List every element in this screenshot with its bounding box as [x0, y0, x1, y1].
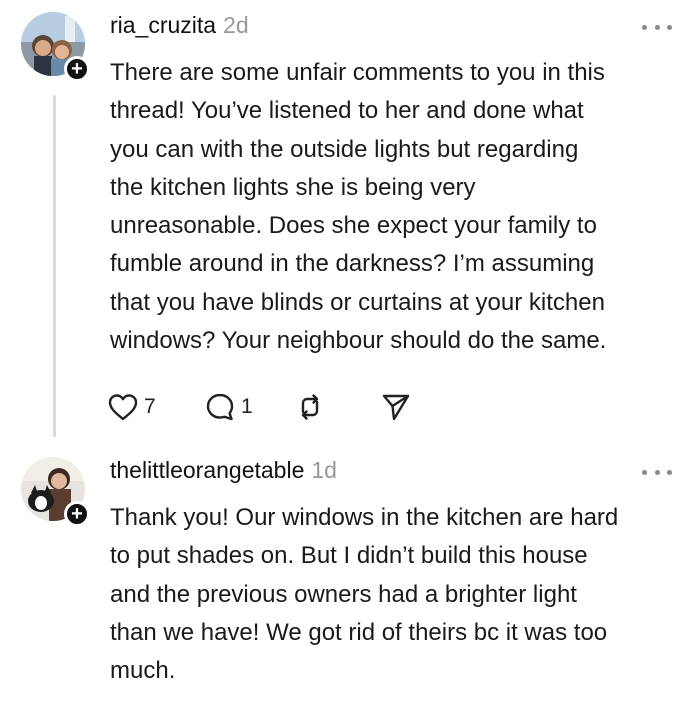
- like-count: 7: [144, 395, 156, 418]
- username[interactable]: thelittleorangetable: [110, 457, 304, 484]
- repost-icon: [301, 394, 319, 420]
- post-body: Thank you! Our windows in the kitchen ar…: [110, 504, 619, 685]
- send-icon: [382, 394, 410, 421]
- post-actions: 7 1: [108, 389, 411, 425]
- post-header: ria_cruzita 2d: [110, 12, 249, 46]
- reply-count: 1: [241, 395, 253, 418]
- follow-plus-icon[interactable]: +: [64, 56, 90, 82]
- post-body: There are some unfair comments to you in…: [110, 59, 607, 355]
- more-horizontal-icon[interactable]: [642, 22, 672, 32]
- post-thelittleorangetable: + thelittleorangetable 1d Thank you! Our…: [0, 445, 700, 701]
- timestamp: 1d: [311, 457, 337, 483]
- thread-view: + ria_cruzita 2d There are some unfair c…: [0, 0, 700, 701]
- thread-connector-line: [53, 95, 56, 437]
- repost-button[interactable]: [295, 392, 381, 422]
- post-ria-cruzita: + ria_cruzita 2d There are some unfair c…: [0, 0, 700, 445]
- share-button[interactable]: [381, 392, 411, 422]
- comment-icon: [206, 393, 234, 421]
- timestamp: 2d: [223, 12, 249, 38]
- more-horizontal-icon[interactable]: [642, 467, 672, 477]
- follow-plus-icon[interactable]: +: [64, 501, 90, 527]
- heart-icon: [108, 394, 138, 421]
- reply-button[interactable]: 1: [205, 392, 295, 422]
- like-button[interactable]: 7: [108, 393, 205, 421]
- username[interactable]: ria_cruzita: [110, 12, 216, 39]
- post-header: thelittleorangetable 1d: [110, 457, 337, 491]
